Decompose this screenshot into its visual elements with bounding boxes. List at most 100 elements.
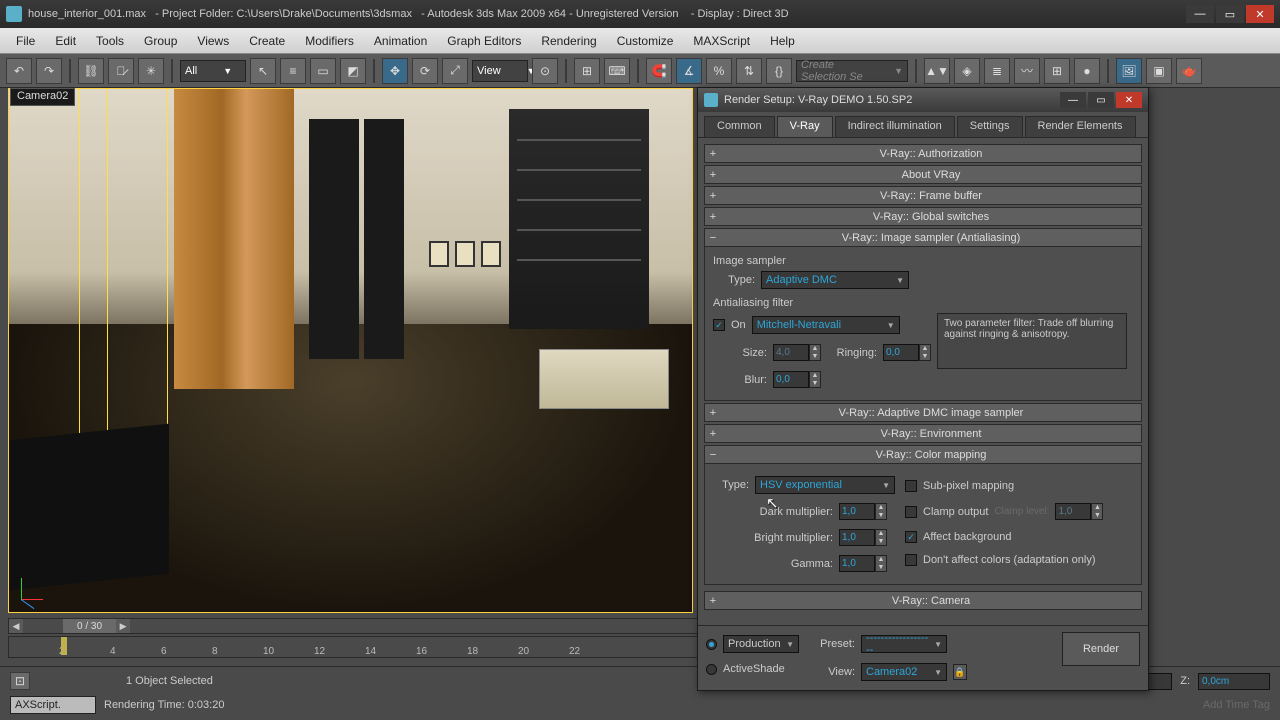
menu-modifiers[interactable]: Modifiers [295,30,364,52]
ref-coord-combo[interactable]: View▼ [472,60,528,82]
tab-render-elements[interactable]: Render Elements [1025,116,1136,137]
blur-spinner[interactable]: ▲▼ [773,371,821,388]
menu-animation[interactable]: Animation [364,30,437,52]
add-time-tag[interactable]: Add Time Tag [1203,699,1270,711]
named-selection-combo[interactable]: Create Selection Se▼ [796,60,908,82]
manipulate-button[interactable]: ⊞ [574,58,600,84]
rollout-image-sampler[interactable]: −V-Ray:: Image sampler (Antialiasing) [704,228,1142,247]
keyboard-shortcut-button[interactable]: ⌨ [604,58,630,84]
rollout-adaptive-dmc[interactable]: +V-Ray:: Adaptive DMC image sampler [704,403,1142,422]
mirror-button[interactable]: ▲▼ [924,58,950,84]
dark-mult-spinner[interactable]: ▲▼ [839,503,887,520]
view-lock-icon[interactable]: 🔒 [953,664,967,680]
production-combo[interactable]: Production▼ [723,635,799,653]
angle-snap-button[interactable]: ∡ [676,58,702,84]
coord-z-input[interactable]: 0,0cm [1198,673,1270,690]
menu-group[interactable]: Group [134,30,187,52]
render-production-button[interactable]: 🫖 [1176,58,1202,84]
sampler-type-combo[interactable]: Adaptive DMC▼ [761,271,909,289]
percent-snap-button[interactable]: % [706,58,732,84]
rollout-color-mapping[interactable]: −V-Ray:: Color mapping [704,445,1142,464]
time-marker[interactable] [61,637,67,655]
activeshade-radio[interactable] [706,664,717,675]
bind-spacewarp-button[interactable]: ✳ [138,58,164,84]
size-spinner[interactable]: ▲▼ [773,344,821,361]
unlink-button[interactable]: ⛓̷ [108,58,134,84]
production-radio[interactable] [706,639,717,650]
edit-named-sel-button[interactable]: {} [766,58,792,84]
select-scale-button[interactable]: ⤢ [442,58,468,84]
view-combo[interactable]: Camera02▼ [861,663,947,681]
menu-help[interactable]: Help [760,30,805,52]
dialog-maximize-button[interactable]: ▭ [1088,92,1114,108]
maxscript-listener-input[interactable] [10,696,96,714]
window-crossing-button[interactable]: ◩ [340,58,366,84]
menu-rendering[interactable]: Rendering [531,30,606,52]
rollout-about[interactable]: +About VRay [704,165,1142,184]
dialog-titlebar[interactable]: Render Setup: V-Ray DEMO 1.50.SP2 — ▭ ✕ [698,88,1148,112]
tab-vray[interactable]: V-Ray [777,116,833,137]
gamma-spinner[interactable]: ▲▼ [839,555,887,572]
redo-button[interactable]: ↷ [36,58,62,84]
schematic-view-button[interactable]: ⊞ [1044,58,1070,84]
render-button[interactable]: Render [1062,632,1140,666]
rollout-authorization[interactable]: +V-Ray:: Authorization [704,144,1142,163]
select-move-button[interactable]: ✥ [382,58,408,84]
link-button[interactable]: ⛓ [78,58,104,84]
select-object-button[interactable]: ↖ [250,58,276,84]
subpixel-checkbox[interactable] [905,480,917,492]
rollout-environment[interactable]: +V-Ray:: Environment [704,424,1142,443]
material-editor-button[interactable]: ● [1074,58,1100,84]
snap-toggle-button[interactable]: 🧲 [646,58,672,84]
set-key-filters-icon[interactable]: ⊡ [10,672,30,690]
tab-indirect-illumination[interactable]: Indirect illumination [835,116,955,137]
tab-common[interactable]: Common [704,116,775,137]
spinner-snap-button[interactable]: ⇅ [736,58,762,84]
menu-tools[interactable]: Tools [86,30,134,52]
ringing-spinner[interactable]: ▲▼ [883,344,931,361]
dialog-minimize-button[interactable]: — [1060,92,1086,108]
select-region-button[interactable]: ▭ [310,58,336,84]
select-rotate-button[interactable]: ⟳ [412,58,438,84]
tab-settings[interactable]: Settings [957,116,1023,137]
window-close-button[interactable]: ✕ [1246,5,1274,23]
window-maximize-button[interactable]: ▭ [1216,5,1244,23]
render-setup-button[interactable]: 🖼 [1116,58,1142,84]
viewport-label[interactable]: Camera02 [10,88,75,106]
menu-views[interactable]: Views [187,30,239,52]
aa-filter-combo[interactable]: Mitchell-Netravali▼ [752,316,900,334]
preset-combo[interactable]: -------------------▼ [861,635,947,653]
pivot-center-button[interactable]: ⊙ [532,58,558,84]
time-next-icon[interactable]: ▶ [116,619,130,633]
window-minimize-button[interactable]: — [1186,5,1214,23]
rollout-camera[interactable]: +V-Ray:: Camera [704,591,1142,610]
cm-type-combo[interactable]: HSV exponential▼ [755,476,895,494]
time-current[interactable]: 0 / 30 [63,619,116,633]
viewport[interactable] [8,88,693,613]
aa-on-checkbox[interactable] [713,319,725,331]
layer-manager-button[interactable]: ≣ [984,58,1010,84]
clamp-checkbox[interactable] [905,506,917,518]
menu-edit[interactable]: Edit [45,30,86,52]
dont-affect-checkbox[interactable] [905,554,917,566]
selection-filter-combo[interactable]: All▼ [180,60,246,82]
undo-button[interactable]: ↶ [6,58,32,84]
menu-graph-editors[interactable]: Graph Editors [437,30,531,52]
curve-editor-button[interactable]: 〰 [1014,58,1040,84]
menu-customize[interactable]: Customize [607,30,684,52]
dialog-close-button[interactable]: ✕ [1116,92,1142,108]
align-button[interactable]: ◈ [954,58,980,84]
rollout-frame-buffer[interactable]: +V-Ray:: Frame buffer [704,186,1142,205]
time-prev-icon[interactable]: ◀ [9,619,23,633]
select-by-name-button[interactable]: ≡ [280,58,306,84]
menu-file[interactable]: File [6,30,45,52]
menu-create[interactable]: Create [239,30,295,52]
menu-maxscript[interactable]: MAXScript [683,30,760,52]
dialog-body[interactable]: +V-Ray:: Authorization +About VRay +V-Ra… [698,138,1148,625]
time-ruler[interactable]: 246810121416182022 [8,636,710,658]
rendered-frame-button[interactable]: ▣ [1146,58,1172,84]
command-panel[interactable] [1158,176,1280,560]
bright-mult-spinner[interactable]: ▲▼ [839,529,887,546]
rollout-global-switches[interactable]: +V-Ray:: Global switches [704,207,1142,226]
time-slider[interactable]: ◀ 0 / 30 ▶ [8,618,710,634]
